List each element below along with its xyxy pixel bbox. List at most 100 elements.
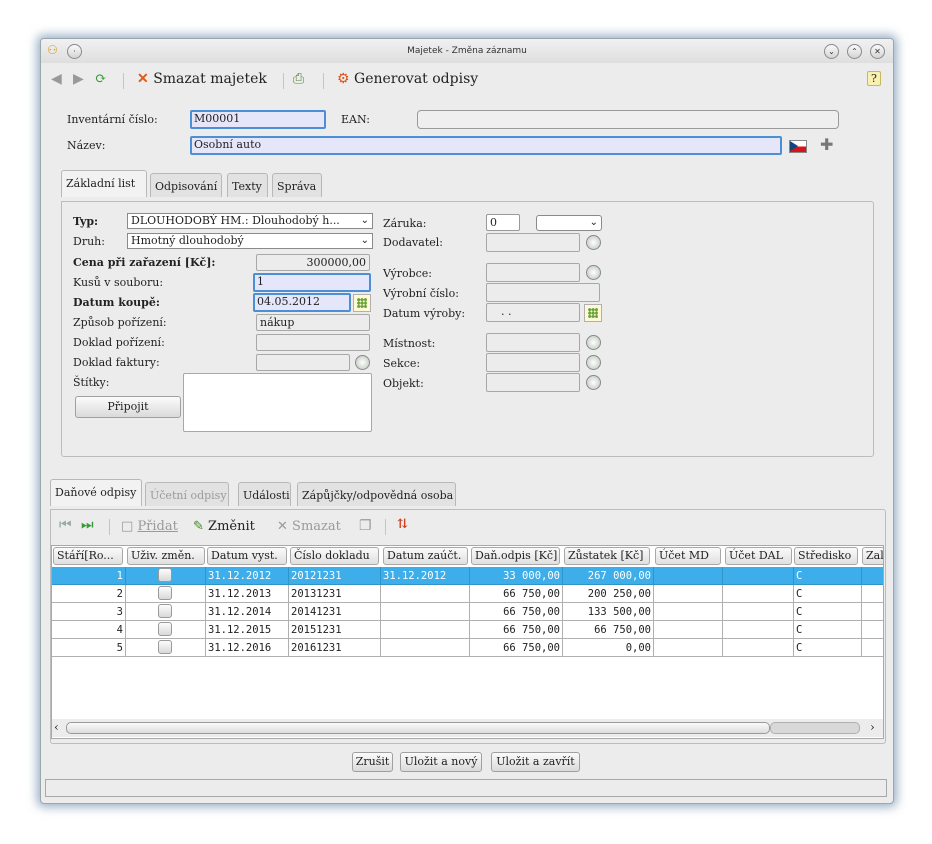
table-row[interactable]: 5 31.12.2016 20161231 66 750,00 0,00 C: [52, 639, 883, 657]
grid-header-8[interactable]: Účet DAL: [725, 547, 792, 565]
czech-flag-icon[interactable]: [789, 140, 807, 153]
add-translation-icon[interactable]: ✚: [820, 137, 833, 153]
tab-events[interactable]: Události: [238, 482, 291, 506]
table-cell: 31.12.2012: [381, 567, 470, 585]
grid-header-6[interactable]: Zůstatek [Kč]: [564, 547, 650, 565]
lookup-icon[interactable]: [586, 335, 601, 350]
table-cell: [723, 639, 794, 657]
maximize-button[interactable]: ⌃: [847, 44, 862, 59]
inventory-number-input[interactable]: M00001: [190, 110, 326, 129]
user-changed-checkbox[interactable]: [158, 604, 172, 618]
price-input[interactable]: 300000,00: [256, 254, 370, 271]
table-row[interactable]: 2 31.12.2013 20131231 66 750,00 200 250,00 C: [52, 585, 883, 603]
chevron-down-icon: ⌄: [360, 215, 369, 226]
room-input[interactable]: [486, 333, 580, 352]
save-and-new-button[interactable]: Uložit a nový: [400, 752, 482, 772]
calendar-icon[interactable]: [353, 294, 371, 312]
table-row[interactable]: 1 31.12.2012 20121231 31.12.2012 33 000,00 26…: [52, 567, 883, 585]
supplier-input[interactable]: [486, 233, 580, 252]
name-input[interactable]: Osobní auto: [190, 136, 782, 155]
horizontal-scrollbar[interactable]: ‹ ›: [52, 719, 883, 737]
table-cell: [381, 639, 470, 657]
lookup-icon[interactable]: [586, 235, 601, 250]
grid-header-4[interactable]: Datum zaúčt.: [383, 547, 468, 565]
serial-number-input[interactable]: [486, 283, 600, 302]
tab-texts[interactable]: Texty: [227, 173, 268, 197]
user-changed-checkbox[interactable]: [158, 586, 172, 600]
grid-header-7[interactable]: Účet MD: [655, 547, 721, 565]
invoice-doc-input[interactable]: [256, 354, 350, 371]
table-row[interactable]: 4 31.12.2015 20151231 66 750,00 66 750,00 C: [52, 621, 883, 639]
user-changed-checkbox[interactable]: [158, 640, 172, 654]
delete-icon: ✕: [137, 71, 149, 87]
tab-accounting-depreciation[interactable]: Účetní odpisy: [145, 482, 229, 506]
scroll-right-icon[interactable]: ›: [870, 720, 875, 734]
table-cell: [126, 621, 206, 639]
table-cell: [862, 585, 883, 603]
object-input[interactable]: [486, 373, 580, 392]
generate-depreciation-button[interactable]: ⚙ Generovat odpisy: [337, 71, 478, 87]
last-record-icon[interactable]: ⏭: [81, 517, 94, 533]
production-date-input[interactable]: . .: [486, 303, 580, 322]
scroll-left-icon[interactable]: ‹: [54, 720, 59, 734]
copy-icon[interactable]: ❐: [359, 518, 372, 534]
help-icon[interactable]: ?: [867, 71, 881, 86]
scrollbar-thumb[interactable]: [66, 722, 770, 734]
table-row[interactable]: 3 31.12.2014 20141231 66 750,00 133 500,00 C: [52, 603, 883, 621]
calendar-icon[interactable]: [584, 304, 602, 322]
minimize-button[interactable]: ⌄: [824, 44, 839, 59]
lookup-icon[interactable]: [355, 355, 370, 370]
print-icon[interactable]: ⎙: [293, 71, 304, 87]
warranty-input[interactable]: 0: [486, 214, 520, 231]
price-label: Cena při zařazení [Kč]:: [73, 256, 216, 269]
grid-header-3[interactable]: Číslo dokladu: [290, 547, 379, 565]
grid-header-2[interactable]: Datum vyst.: [207, 547, 287, 565]
forward-icon[interactable]: ▶: [73, 71, 84, 87]
tab-basic[interactable]: Základní list: [61, 170, 147, 197]
back-icon[interactable]: ◀: [51, 71, 62, 87]
ean-input[interactable]: [417, 110, 839, 129]
grid-header-10[interactable]: Zal: [862, 547, 883, 565]
kind-select[interactable]: Hmotný dlouhodobý ⌄: [127, 233, 373, 249]
grid-header-1[interactable]: Uživ. změn.: [127, 547, 205, 565]
lookup-icon[interactable]: [586, 375, 601, 390]
tab-depreciation[interactable]: Odpisování: [150, 173, 222, 197]
table-cell: C: [794, 567, 862, 585]
grid-header-9[interactable]: Středisko: [794, 547, 858, 565]
tags-box[interactable]: [183, 373, 372, 432]
user-changed-checkbox[interactable]: [158, 568, 172, 582]
tab-loans[interactable]: Zápůjčky/odpovědná osoba: [297, 482, 456, 506]
lookup-icon[interactable]: [586, 265, 601, 280]
section-input[interactable]: [486, 353, 580, 372]
table-cell: 66 750,00: [470, 621, 563, 639]
pieces-input[interactable]: 1: [253, 273, 371, 292]
close-button[interactable]: ✕: [870, 44, 885, 59]
attach-button[interactable]: Připojit: [75, 396, 181, 418]
delete-record-button[interactable]: ✕ Smazat: [277, 519, 341, 534]
table-cell: [654, 621, 723, 639]
acquisition-doc-input[interactable]: [256, 334, 370, 351]
tab-tax-depreciation[interactable]: Daňové odpisy: [50, 479, 142, 506]
purchase-date-input[interactable]: 04.05.2012: [253, 293, 351, 312]
first-record-icon[interactable]: ⏮: [59, 517, 72, 533]
manufacturer-input[interactable]: [486, 263, 580, 282]
table-cell: 20141231: [289, 603, 381, 621]
grid-header-5[interactable]: Daň.odpis [Kč]: [471, 547, 560, 565]
acquisition-method-input[interactable]: nákup: [256, 314, 370, 331]
save-and-close-button[interactable]: Uložit a zavřít: [491, 752, 580, 772]
delete-asset-button[interactable]: ✕ Smazat majetek: [137, 71, 267, 87]
refresh-icon[interactable]: ⟳: [95, 71, 107, 87]
lookup-icon[interactable]: [586, 355, 601, 370]
type-select[interactable]: DLOUHODOBÝ HM.: Dlouhodobý h... ⌄: [127, 213, 373, 229]
tax-depreciation-grid[interactable]: Stáří[Ro... Uživ. změn. Datum vyst. Číslo d…: [51, 545, 884, 739]
warranty-unit-select[interactable]: ⌄: [536, 215, 602, 231]
edit-record-button[interactable]: ✎ Změnit: [193, 519, 255, 534]
tab-admin[interactable]: Správa: [272, 173, 322, 197]
table-cell: [381, 585, 470, 603]
add-record-button[interactable]: □ Přidat: [121, 519, 178, 534]
user-changed-checkbox[interactable]: [158, 622, 172, 636]
sort-icon[interactable]: ⇅: [397, 517, 408, 532]
grid-header-0[interactable]: Stáří[Ro...: [53, 547, 123, 565]
table-cell: [723, 567, 794, 585]
cancel-button[interactable]: Zrušit: [352, 752, 393, 772]
